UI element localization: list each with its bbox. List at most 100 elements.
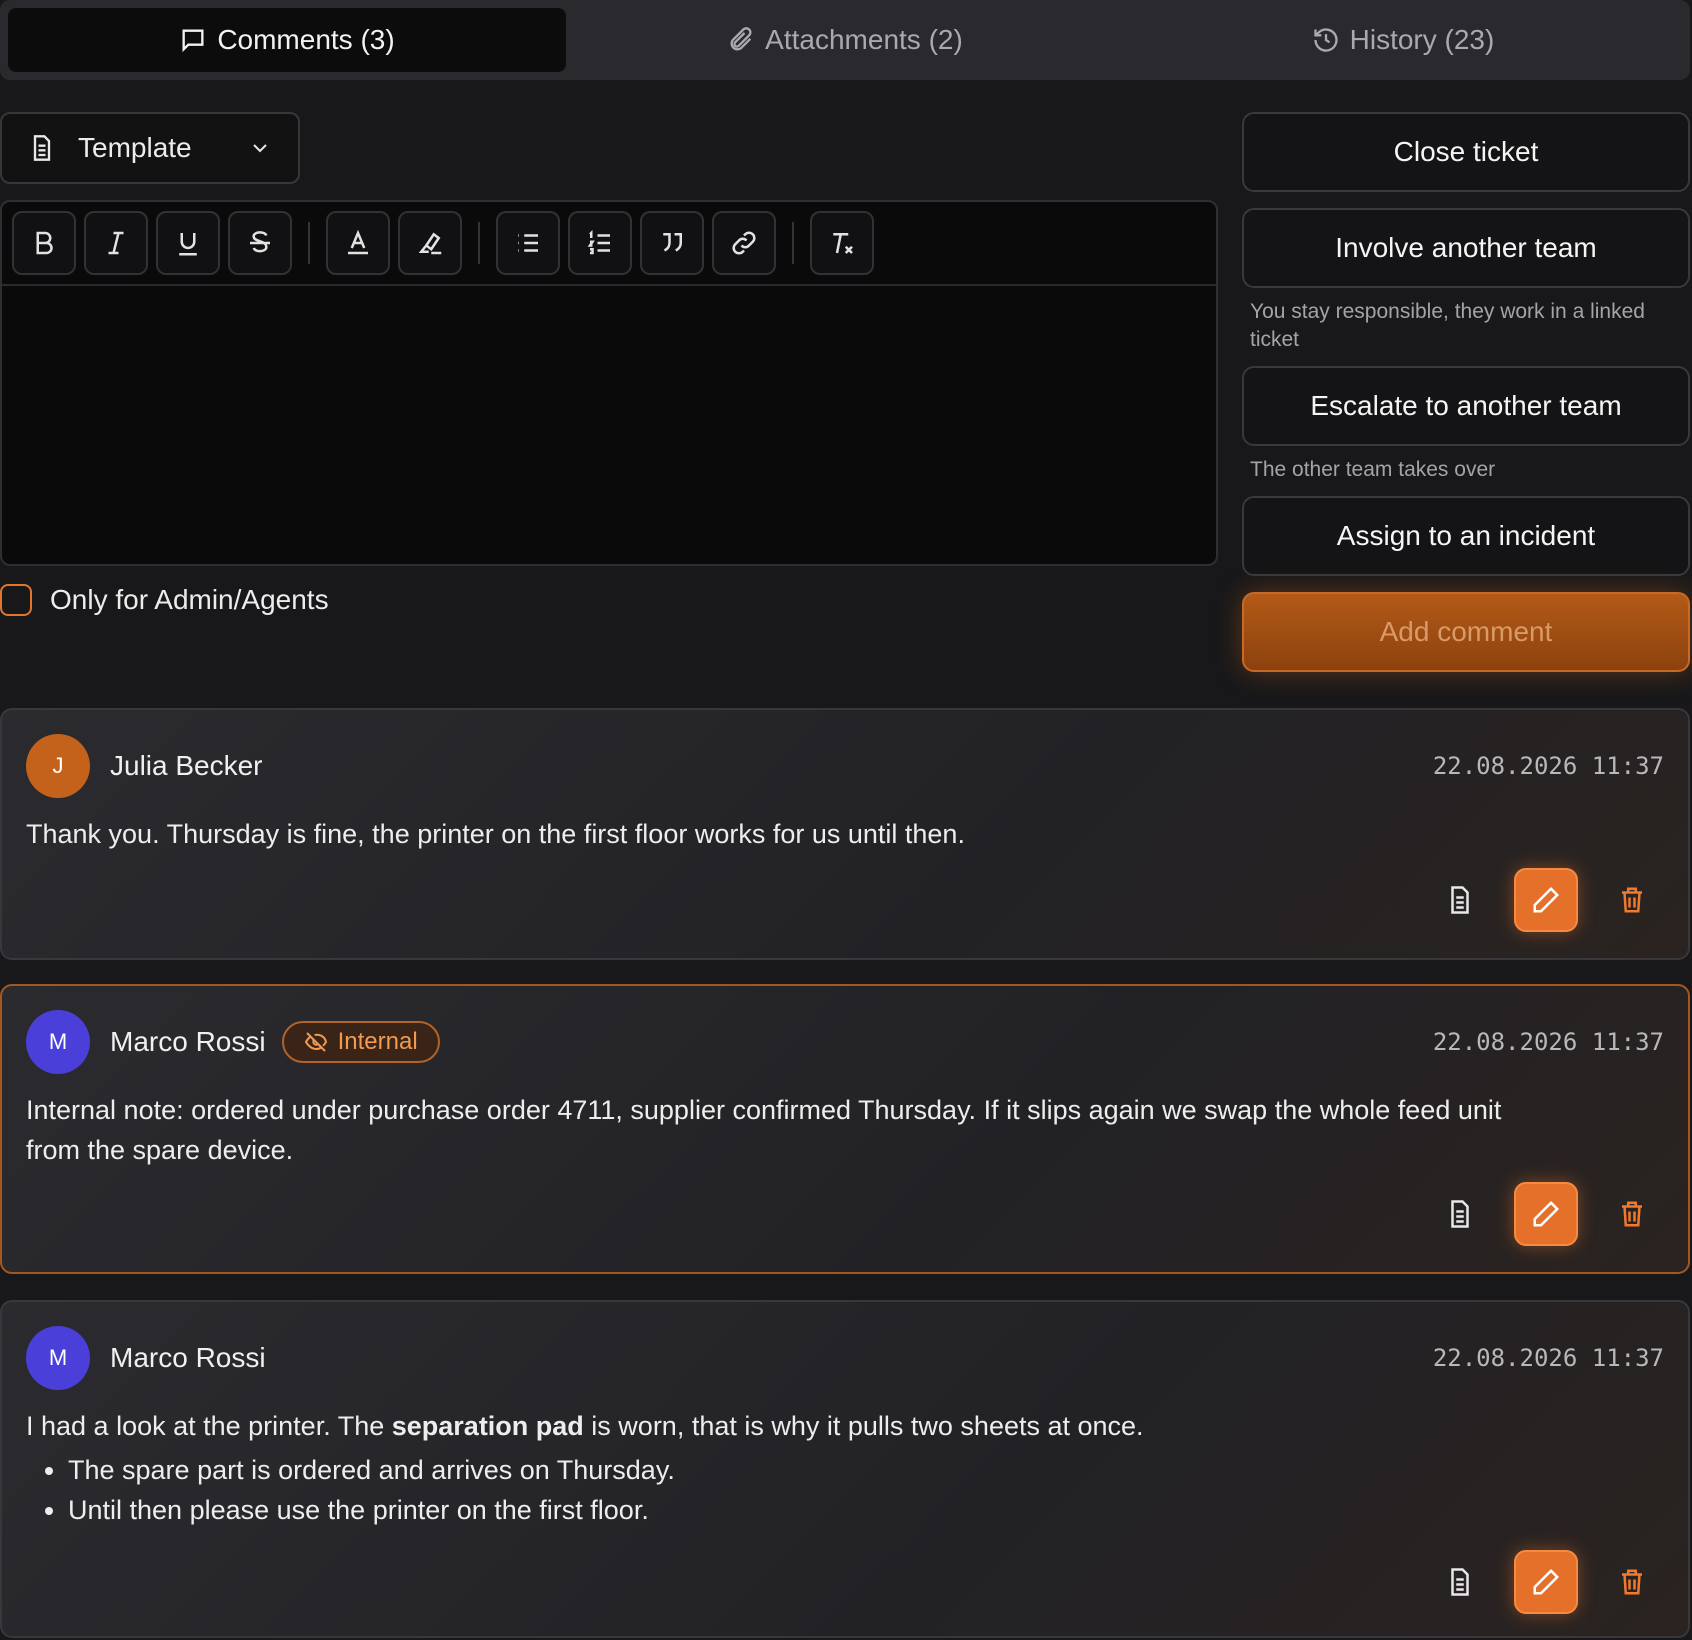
add-comment-button[interactable]: Add comment xyxy=(1242,592,1690,672)
tab-bar: Comments (3) Attachments (2) History (23… xyxy=(0,0,1690,80)
history-icon xyxy=(1313,28,1338,52)
comment-header: M Marco Rossi 22.08.2026 11:37 xyxy=(26,1326,1664,1390)
toolbar-divider xyxy=(792,222,794,264)
comment-actions xyxy=(1434,1550,1658,1614)
comment-author: Julia Becker xyxy=(110,750,263,781)
paperclip-icon xyxy=(730,27,752,51)
text-color-icon xyxy=(348,229,368,255)
italic-button[interactable] xyxy=(84,211,148,275)
admin-only-checkbox[interactable] xyxy=(0,584,32,616)
avatar: M xyxy=(26,1010,90,1074)
clear-formatting-icon xyxy=(833,233,853,254)
highlight-button[interactable] xyxy=(398,211,462,275)
avatar: J xyxy=(26,734,90,798)
comment-card: J Julia Becker 22.08.2026 11:37 Thank yo… xyxy=(0,708,1690,960)
document-button[interactable] xyxy=(1434,1188,1486,1240)
toolbar-divider xyxy=(478,222,480,264)
involve-team-hint: You stay responsible, they work in a lin… xyxy=(1250,300,1645,351)
pencil-icon xyxy=(1533,1568,1560,1595)
numbered-list-button[interactable] xyxy=(568,211,632,275)
clear-formatting-button[interactable] xyxy=(810,211,874,275)
strikethrough-button[interactable] xyxy=(228,211,292,275)
admin-only-label: Only for Admin/Agents xyxy=(50,584,329,615)
badge-label: Internal xyxy=(337,1028,418,1055)
template-label: Template xyxy=(78,132,192,163)
numbered-list-icon xyxy=(587,229,610,255)
trash-icon xyxy=(1622,887,1642,913)
bullet-list-button[interactable] xyxy=(496,211,560,275)
bold-button[interactable] xyxy=(12,211,76,275)
editor-textarea[interactable] xyxy=(2,286,1216,564)
admin-only-option[interactable]: Only for Admin/Agents xyxy=(0,584,329,616)
underline-icon xyxy=(179,233,197,256)
comment-actions xyxy=(1434,1182,1658,1246)
tab-label: Comments (3) xyxy=(217,24,395,55)
comment-editor xyxy=(0,200,1218,566)
document-button[interactable] xyxy=(1434,1556,1486,1608)
list-item: Until then please use the printer on the… xyxy=(68,1490,1618,1530)
comment-timestamp: 22.08.2026 11:37 xyxy=(1432,752,1664,780)
comment-author: Marco Rossi xyxy=(110,1342,266,1373)
escalate-team-button[interactable]: Escalate to another team xyxy=(1242,366,1690,446)
delete-button[interactable] xyxy=(1606,874,1658,926)
edit-button[interactable] xyxy=(1514,868,1578,932)
tab-label: Attachments (2) xyxy=(765,24,963,55)
pencil-icon xyxy=(1533,1200,1560,1227)
comment-header: M Marco Rossi Internal 22.08.2026 11:37 xyxy=(26,1010,1664,1074)
tab-comments[interactable]: Comments (3) xyxy=(8,8,566,72)
internal-badge: Internal xyxy=(281,1021,440,1063)
toolbar-divider xyxy=(308,222,310,264)
link-button[interactable] xyxy=(712,211,776,275)
document-icon xyxy=(33,135,51,161)
trash-icon xyxy=(1622,1569,1642,1595)
comment-author: Marco Rossi xyxy=(110,1026,266,1057)
comment-body: I had a look at the printer. The separat… xyxy=(26,1406,1618,1530)
comment-timestamp: 22.08.2026 11:37 xyxy=(1432,1028,1664,1056)
pencil-icon xyxy=(1533,886,1560,913)
document-icon xyxy=(1451,1200,1469,1228)
document-icon xyxy=(1451,1568,1469,1596)
ticket-actions: Close ticket Involve another team You st… xyxy=(1242,112,1690,672)
delete-button[interactable] xyxy=(1606,1188,1658,1240)
assign-incident-button[interactable]: Assign to an incident xyxy=(1242,496,1690,576)
bullet-list-icon xyxy=(518,234,538,252)
link-icon xyxy=(732,231,756,255)
document-icon xyxy=(1451,886,1469,914)
avatar: M xyxy=(26,1326,90,1390)
comment-body: Thank you. Thursday is fine, the printer… xyxy=(26,819,965,849)
close-ticket-button[interactable]: Close ticket xyxy=(1242,112,1690,192)
delete-button[interactable] xyxy=(1606,1556,1658,1608)
comment-header: J Julia Becker 22.08.2026 11:37 xyxy=(26,734,1664,798)
underline-button[interactable] xyxy=(156,211,220,275)
quote-button[interactable] xyxy=(640,211,704,275)
tab-label: History (23) xyxy=(1349,24,1495,55)
chevron-down-icon xyxy=(253,144,267,153)
comment-body: Internal note: ordered under purchase or… xyxy=(26,1090,1618,1170)
document-button[interactable] xyxy=(1434,874,1486,926)
strikethrough-icon xyxy=(250,231,270,253)
comment-card: M Marco Rossi Internal 22.08.2026 11:37 … xyxy=(0,984,1690,1274)
involve-team-button[interactable]: Involve another team xyxy=(1242,208,1690,288)
template-dropdown[interactable]: Template xyxy=(0,112,300,184)
edit-button[interactable] xyxy=(1514,1182,1578,1246)
comment-line: Internal note: ordered under purchase or… xyxy=(26,1095,1502,1125)
tab-history[interactable]: History (23) xyxy=(1124,8,1682,72)
text-color-button[interactable] xyxy=(326,211,390,275)
italic-icon xyxy=(108,231,124,255)
tab-attachments[interactable]: Attachments (2) xyxy=(566,8,1124,72)
highlighter-icon xyxy=(418,232,442,255)
comment-card: M Marco Rossi 22.08.2026 11:37 I had a l… xyxy=(0,1300,1690,1638)
bold-icon xyxy=(36,231,53,255)
escalate-team-hint: The other team takes over xyxy=(1250,458,1496,481)
list-item: The spare part is ordered and arrives on… xyxy=(68,1450,1618,1490)
eye-off-icon xyxy=(304,1032,327,1052)
edit-button[interactable] xyxy=(1514,1550,1578,1614)
quote-icon xyxy=(663,233,682,252)
comment-timestamp: 22.08.2026 11:37 xyxy=(1432,1344,1664,1372)
comment-bullet-list: The spare part is ordered and arrives on… xyxy=(26,1450,1618,1530)
comment-icon xyxy=(182,29,204,53)
comment-actions xyxy=(1434,868,1658,932)
editor-toolbar xyxy=(2,202,1216,286)
comment-line: from the spare device. xyxy=(26,1135,294,1165)
comment-paragraph: I had a look at the printer. The separat… xyxy=(26,1411,1144,1441)
